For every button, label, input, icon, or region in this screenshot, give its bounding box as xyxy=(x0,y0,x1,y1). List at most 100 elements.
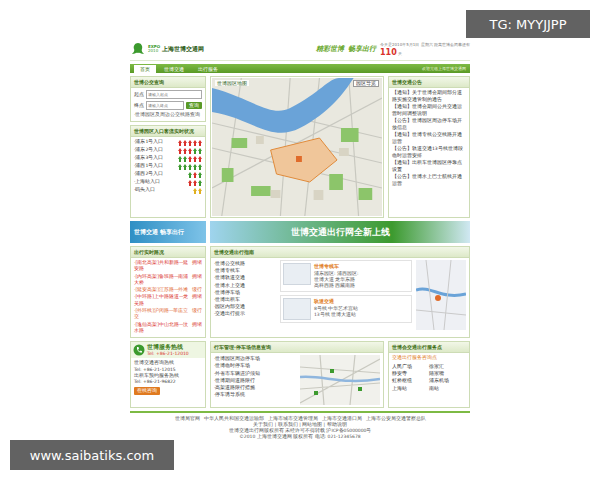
parking-link[interactable]: ·外省市车辆进沪须知 xyxy=(214,370,297,377)
service-cell[interactable]: 静安寺 xyxy=(392,370,429,377)
route-thumbnail xyxy=(283,298,311,320)
arrow-up-icon xyxy=(178,148,182,154)
banner-text: 世博交通 畅享出行 xyxy=(134,228,184,237)
parking-panel: 行车管理·停车场信息查询·世博园区周边停车场·世博临时停车场·外省市车辆进沪须知… xyxy=(210,341,384,408)
parking-link[interactable]: ·世博期间道路限行 xyxy=(214,377,297,384)
service-cell[interactable]: 上海站 xyxy=(392,385,429,392)
footer-link[interactable]: 上海市交通港口局 xyxy=(322,416,362,421)
footer-link[interactable]: 上海市公安局交通警察总队 xyxy=(366,416,426,421)
guide-link[interactable]: ·世博轨道交通 xyxy=(214,274,276,281)
guide-card-line: 8号线 中华艺术宫站 xyxy=(314,306,358,312)
guide-link[interactable]: ·交通出行提示 xyxy=(214,310,276,317)
banner-text: 世博交通出行网全新上线 xyxy=(291,226,390,239)
service-cell[interactable]: 虹桥枢纽 xyxy=(392,377,429,384)
left-banner[interactable]: 世博交通 畅享出行 xyxy=(130,221,206,243)
search-input[interactable] xyxy=(146,90,202,99)
notice-item[interactable]: 【公告】世博水上巴士航线开通运营 xyxy=(392,174,466,187)
arrow-up-icon xyxy=(193,180,197,186)
traffic-item[interactable]: ·[延安高架]江苏路—外滩缓行 xyxy=(134,287,202,293)
footer-line: 世博交通出行网版权所有 未经许可不得转载 沪ICP备05000000号 xyxy=(130,428,470,433)
arrow-up-icon xyxy=(193,172,197,178)
guide-link[interactable]: ·世博停车场 xyxy=(214,289,276,296)
nav-tab[interactable]: 出行服务 xyxy=(192,65,224,73)
phone-icon xyxy=(133,344,145,356)
info-text: 今天是2010年5月1日 星期六 距离世博会闭幕还有 xyxy=(380,42,470,47)
parking-map[interactable] xyxy=(300,355,380,405)
search-input[interactable] xyxy=(146,101,184,110)
footer-link[interactable]: 中华人民共和国交通运输部 xyxy=(204,416,264,421)
footer-link[interactable]: 世博局官网 xyxy=(175,416,200,421)
hotline-line: Tel: +86-21-12015 xyxy=(134,367,202,373)
logo[interactable]: EXPO2010上海世博交通网 xyxy=(130,41,204,57)
center-banner[interactable]: 世博交通出行网全新上线 xyxy=(210,221,470,243)
traffic-text: ·[延安高架]江苏路—外滩 xyxy=(134,287,188,293)
traffic-item[interactable]: ·[逸仙高架]中山北路—汶水路拥堵 xyxy=(134,322,202,335)
consult-button[interactable]: 在线咨询 xyxy=(134,387,160,395)
service-cell[interactable]: 陆家嘴 xyxy=(429,370,466,377)
service-cell[interactable]: 人民广场 xyxy=(392,363,429,370)
parking-link[interactable]: ·世博园区周边停车场 xyxy=(214,355,297,362)
traffic-panel: 出行实时路况·[南北高架]共和新路—延安路拥堵·[内环高架]鲁班路—南浦大桥拥堵… xyxy=(130,246,206,338)
guide-card[interactable]: 世博专线车浦东园区: 浦西园区:世博大道 龙华东路高科西路 西藏南路 xyxy=(280,260,412,292)
route-thumbnail xyxy=(283,263,311,285)
traffic-status: 拥堵 xyxy=(192,294,202,307)
search-button[interactable]: 查询 xyxy=(186,102,202,110)
parking-link[interactable]: ·高架道路限行措施 xyxy=(214,384,297,391)
map-badge[interactable]: 园区导览 xyxy=(353,80,379,87)
notice-item[interactable]: 【通知】出租车世博园区停靠点设置 xyxy=(392,160,466,173)
arrow-up-icon xyxy=(198,188,202,194)
guide-link[interactable]: ·世博水上交通 xyxy=(214,282,276,289)
expo-map[interactable] xyxy=(212,78,382,216)
notice-item[interactable]: 【通知】关于世博会期间部分道路实施交通管制的通告 xyxy=(392,90,466,103)
panel-title: 世博园区入口客流实时状况 xyxy=(131,126,205,137)
service-row: 上海站南站 xyxy=(392,385,466,392)
notice-item[interactable]: 【公告】轨道交通13号线世博段临时运营安排 xyxy=(392,146,466,159)
parking-link[interactable]: ·世博临时停车场 xyxy=(214,362,297,369)
entrance-name: ·浦西1号入口 xyxy=(134,163,163,170)
arrow-up-icon xyxy=(198,172,202,178)
arrow-up-icon xyxy=(178,140,182,146)
service-cell[interactable]: 浦东机场 xyxy=(429,377,466,384)
hotline-line: Tel: +86-21-96822 xyxy=(134,379,202,385)
guide-card-line: 世博大道 龙华东路 xyxy=(314,277,358,283)
traffic-item[interactable]: ·[中环路]上中路隧道—龙吴路拥堵 xyxy=(134,294,202,307)
entrance-item: ·浦东2号入口 xyxy=(134,147,202,155)
header-info: 今天是2010年5月1日 星期六 距离世博会闭幕还有110天 xyxy=(380,42,470,57)
guide-link[interactable]: ·园区内部交通 xyxy=(214,303,276,310)
guide-link[interactable]: ·世博公交线路 xyxy=(214,260,276,267)
guide-card[interactable]: 轨道交通8号线 中华艺术宫站13号线 世博大道站 xyxy=(280,295,412,323)
arrow-up-icon xyxy=(178,164,182,170)
arrow-up-icon xyxy=(193,188,197,194)
traffic-item[interactable]: ·[内环高架]鲁班路—南浦大桥拥堵 xyxy=(134,274,202,287)
arrow-up-icon xyxy=(178,156,182,162)
traffic-item[interactable]: ·[南北高架]共和新路—延安路拥堵 xyxy=(134,260,202,273)
parking-link[interactable]: ·停车诱导系统 xyxy=(214,391,297,398)
middle-row: 出行实时路况·[南北高架]共和新路—延安路拥堵·[内环高架]鲁班路—南浦大桥拥堵… xyxy=(130,246,470,338)
notice-panel: 世博交通公告【通知】关于世博会期间部分道路实施交通管制的通告【通知】世博会期间公… xyxy=(388,76,470,218)
guide-card-title: 世博专线车 xyxy=(314,263,358,271)
notice-item[interactable]: 【通知】世博专线公交线路开通运营 xyxy=(392,132,466,145)
notice-item[interactable]: 【公告】世博园区周边停车场开放信息 xyxy=(392,118,466,131)
service-cell[interactable]: 南站 xyxy=(429,385,466,392)
traffic-text: ·[南北高架]共和新路—延安路 xyxy=(134,260,190,273)
search-field: 终点查询 xyxy=(134,101,202,110)
hotline-title: 世博服务热线 xyxy=(147,344,189,351)
traffic-item[interactable]: ·[外环线]沪闵路—莘庄立交缓行 xyxy=(134,308,202,321)
footer-menu[interactable]: 关于我们 | 联系我们 | 网站地图 | 帮助说明 xyxy=(130,422,470,427)
guide-link[interactable]: ·世博专线车 xyxy=(214,267,276,274)
traffic-status: 缓行 xyxy=(192,308,202,321)
nav-tab[interactable]: 首页 xyxy=(134,65,156,73)
notice-item[interactable]: 【通知】世博会期间公共交通运营时间调整说明 xyxy=(392,104,466,117)
search-note[interactable]: ·世博园区及周边公交线路查询 xyxy=(134,112,202,119)
service-cell[interactable]: 徐家汇 xyxy=(429,363,466,370)
guide-card-title: 轨道交通 xyxy=(314,298,358,306)
city-map[interactable] xyxy=(416,260,466,330)
nav-tab[interactable]: 世博交通 xyxy=(158,65,190,73)
footer: 世博局官网中华人民共和国交通运输部上海市城市交通管理局上海市交通港口局上海市公安… xyxy=(130,411,470,442)
site-name: 上海世博交通网 xyxy=(162,45,204,54)
footer-link[interactable]: 上海市城市交通管理局 xyxy=(268,416,318,421)
traffic-text: ·[中环路]上中路隧道—龙吴路 xyxy=(134,294,190,307)
screen: EXPO2010上海世博交通网精彩世博畅享出行今天是2010年5月1日 星期六 … xyxy=(0,0,600,480)
guide-link[interactable]: ·世博出租车 xyxy=(214,296,276,303)
traffic-text: ·[内环高架]鲁班路—南浦大桥 xyxy=(134,274,190,287)
